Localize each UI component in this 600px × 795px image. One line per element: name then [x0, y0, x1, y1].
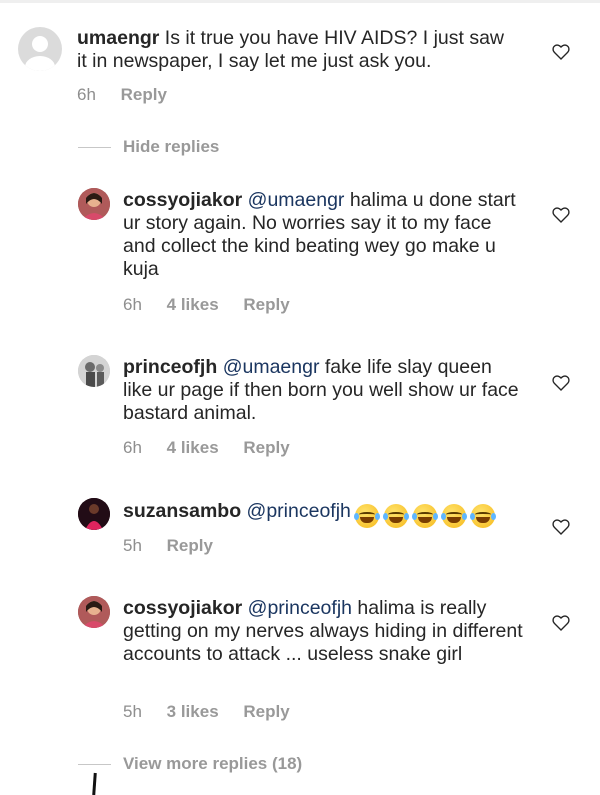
comment-time: 6h: [77, 85, 96, 104]
likes-count[interactable]: 4 likes: [167, 438, 219, 457]
top-divider: [0, 0, 600, 3]
laughing-tears-emoji-icon: [411, 503, 438, 528]
like-heart-icon[interactable]: [552, 206, 570, 223]
view-more-replies-button[interactable]: View more replies (18): [123, 754, 302, 774]
like-heart-icon[interactable]: [552, 43, 570, 60]
reply-text: suzansambo @princeofjh: [123, 500, 543, 528]
reply-username[interactable]: suzansambo: [123, 500, 241, 522]
comment-meta: 6h Reply: [77, 85, 187, 105]
profile-photo-icon: [78, 188, 110, 220]
reply-meta: 5h Reply: [123, 536, 233, 556]
reply-username[interactable]: cossyojiakor: [123, 189, 242, 211]
like-heart-icon[interactable]: [552, 614, 570, 631]
profile-photo-icon: [78, 498, 110, 530]
reply-time: 5h: [123, 536, 142, 555]
view-more-line: [78, 764, 111, 765]
reply-mention[interactable]: @umaengr: [223, 356, 320, 378]
profile-photo-icon: [78, 355, 110, 387]
avatar[interactable]: [78, 498, 110, 530]
reply-button[interactable]: Reply: [167, 536, 213, 555]
profile-photo-icon: [78, 596, 110, 628]
reply-mention[interactable]: @princeofjh: [247, 500, 351, 522]
reply-username[interactable]: cossyojiakor: [123, 597, 242, 619]
reply-text: cossyojiakor @umaengr halima u done star…: [123, 189, 523, 281]
reply-text: cossyojiakor @princeofjh halima is reall…: [123, 597, 523, 666]
reply-meta: 6h 4 likes Reply: [123, 295, 310, 315]
reply-time: 6h: [123, 295, 142, 314]
laughing-tears-emoji-icon: [382, 503, 409, 528]
hide-replies-button[interactable]: Hide replies: [123, 137, 219, 157]
laughing-tears-emoji-icon: [469, 503, 496, 528]
reply-mention[interactable]: @umaengr: [248, 189, 345, 211]
emoji-group: [353, 503, 500, 528]
reply-meta: 5h 3 likes Reply: [123, 702, 310, 722]
default-avatar[interactable]: [18, 27, 62, 71]
reply-meta: 6h 4 likes Reply: [123, 438, 310, 458]
user-silhouette-icon: [25, 36, 55, 71]
reply-mention[interactable]: @princeofjh: [248, 597, 352, 619]
reply-button[interactable]: Reply: [121, 85, 167, 104]
laughing-tears-emoji-icon: [440, 503, 467, 528]
hide-replies-line: [78, 147, 111, 148]
likes-count[interactable]: 3 likes: [167, 702, 219, 721]
cursor-mark: [92, 772, 97, 795]
reply-button[interactable]: Reply: [243, 438, 289, 457]
avatar[interactable]: [78, 188, 110, 220]
reply-button[interactable]: Reply: [243, 702, 289, 721]
like-heart-icon[interactable]: [552, 374, 570, 391]
like-heart-icon[interactable]: [552, 518, 570, 535]
comment-username[interactable]: umaengr: [77, 27, 159, 49]
likes-count[interactable]: 4 likes: [167, 295, 219, 314]
avatar[interactable]: [78, 355, 110, 387]
laughing-tears-emoji-icon: [353, 503, 380, 528]
avatar[interactable]: [78, 596, 110, 628]
reply-button[interactable]: Reply: [243, 295, 289, 314]
reply-time: 6h: [123, 438, 142, 457]
reply-username[interactable]: princeofjh: [123, 356, 217, 378]
comment-text: umaengr Is it true you have HIV AIDS? I …: [77, 27, 517, 73]
reply-time: 5h: [123, 702, 142, 721]
reply-text: princeofjh @umaengr fake life slay queen…: [123, 356, 523, 425]
